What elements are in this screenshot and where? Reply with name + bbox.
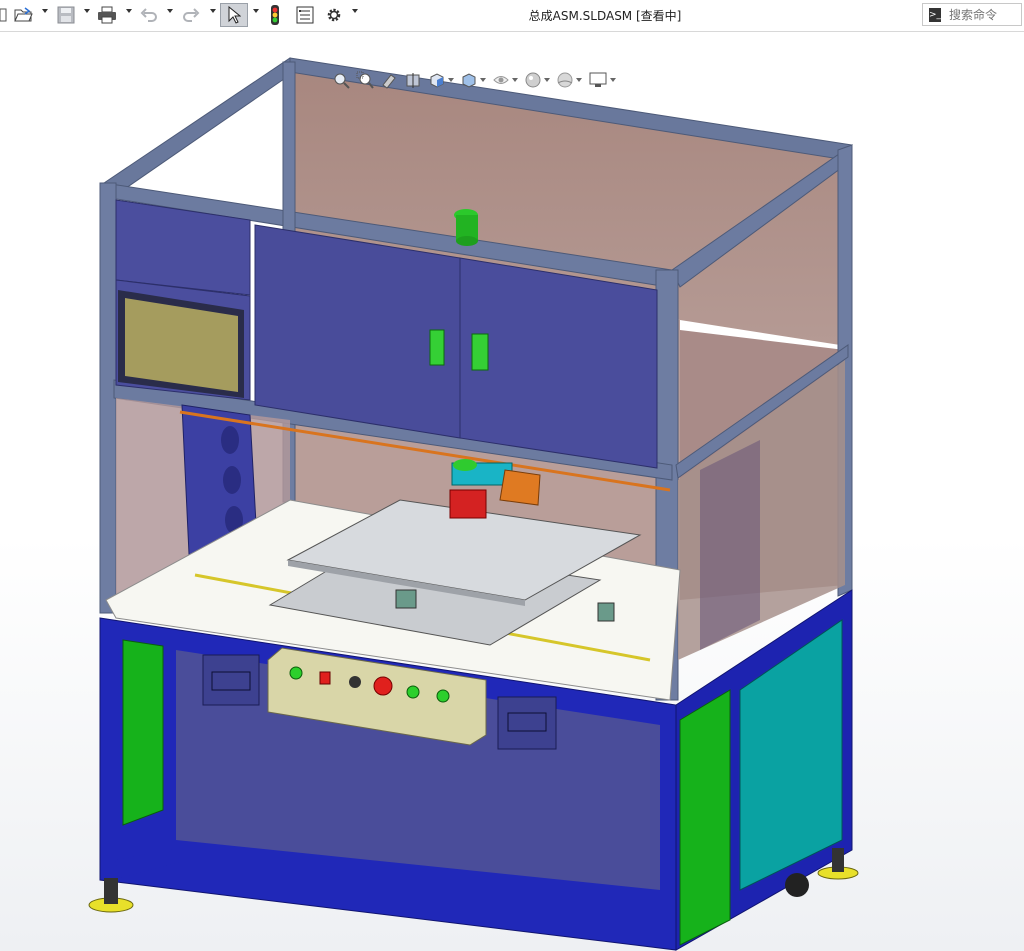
print-icon xyxy=(98,6,116,24)
command-prompt-icon: >_ xyxy=(929,7,942,22)
undo-button[interactable] xyxy=(138,4,160,26)
hide-show-items-button[interactable] xyxy=(492,70,518,90)
open-dropdown-caret[interactable] xyxy=(42,9,48,13)
previous-view-button[interactable] xyxy=(380,70,398,90)
apply-scene-button[interactable] xyxy=(556,70,582,90)
section-view-button[interactable] xyxy=(404,70,422,90)
zoom-fit-icon xyxy=(334,73,350,89)
select-button[interactable] xyxy=(220,3,248,27)
options-dropdown-caret[interactable] xyxy=(352,9,358,13)
view-orientation-button[interactable] xyxy=(428,70,454,90)
assembly-model[interactable] xyxy=(0,32,1024,951)
window-title: 总成ASM.SLDASM [查看中] xyxy=(528,9,682,23)
view-settings-button[interactable] xyxy=(588,70,616,90)
save-icon xyxy=(57,6,75,24)
print-button[interactable] xyxy=(95,4,119,26)
file-properties-button[interactable] xyxy=(293,4,317,26)
display-style-icon xyxy=(462,73,476,88)
search-box[interactable]: >_ xyxy=(922,3,1022,26)
select-arrow-icon xyxy=(228,6,241,24)
display-style-button[interactable] xyxy=(460,70,486,90)
hide-show-caret[interactable] xyxy=(512,78,518,82)
save-button[interactable] xyxy=(54,4,78,26)
redo-button[interactable] xyxy=(180,4,202,26)
title-bar: 总成ASM.SLDASM [查看中] >_ xyxy=(0,0,1024,32)
options-button[interactable] xyxy=(322,4,346,26)
undo-icon xyxy=(140,8,157,22)
zoom-area-icon xyxy=(356,71,374,89)
traffic-light-icon xyxy=(271,5,279,25)
eye-icon xyxy=(493,76,509,84)
redo-icon xyxy=(183,8,200,22)
file-properties-icon xyxy=(296,6,314,24)
view-cube-icon xyxy=(430,73,444,88)
open-folder-icon xyxy=(14,7,33,22)
open-button[interactable] xyxy=(12,4,36,26)
zoom-to-area-button[interactable] xyxy=(356,70,374,90)
scene-icon xyxy=(557,72,573,88)
rebuild-button[interactable] xyxy=(266,4,284,26)
gear-icon xyxy=(327,8,341,22)
search-input[interactable] xyxy=(947,6,1022,23)
heads-up-toolbar xyxy=(332,68,622,92)
section-view-icon xyxy=(406,73,420,88)
select-dropdown-caret[interactable] xyxy=(253,9,259,13)
graphics-area[interactable] xyxy=(0,32,1024,951)
edit-appearance-caret[interactable] xyxy=(544,78,550,82)
save-dropdown-caret[interactable] xyxy=(84,9,90,13)
display-style-caret[interactable] xyxy=(480,78,486,82)
undo-dropdown-caret[interactable] xyxy=(167,9,173,13)
print-dropdown-caret[interactable] xyxy=(126,9,132,13)
new-document-button[interactable] xyxy=(0,4,8,26)
monitor-icon xyxy=(589,72,607,87)
previous-view-icon xyxy=(382,74,396,89)
view-settings-caret[interactable] xyxy=(610,78,616,82)
apply-scene-caret[interactable] xyxy=(576,78,582,82)
new-document-icon xyxy=(0,8,7,22)
zoom-to-fit-button[interactable] xyxy=(332,70,350,90)
view-orientation-caret[interactable] xyxy=(448,78,454,82)
edit-appearance-button[interactable] xyxy=(524,70,550,90)
appearance-sphere-icon xyxy=(525,72,541,88)
redo-dropdown-caret[interactable] xyxy=(210,9,216,13)
